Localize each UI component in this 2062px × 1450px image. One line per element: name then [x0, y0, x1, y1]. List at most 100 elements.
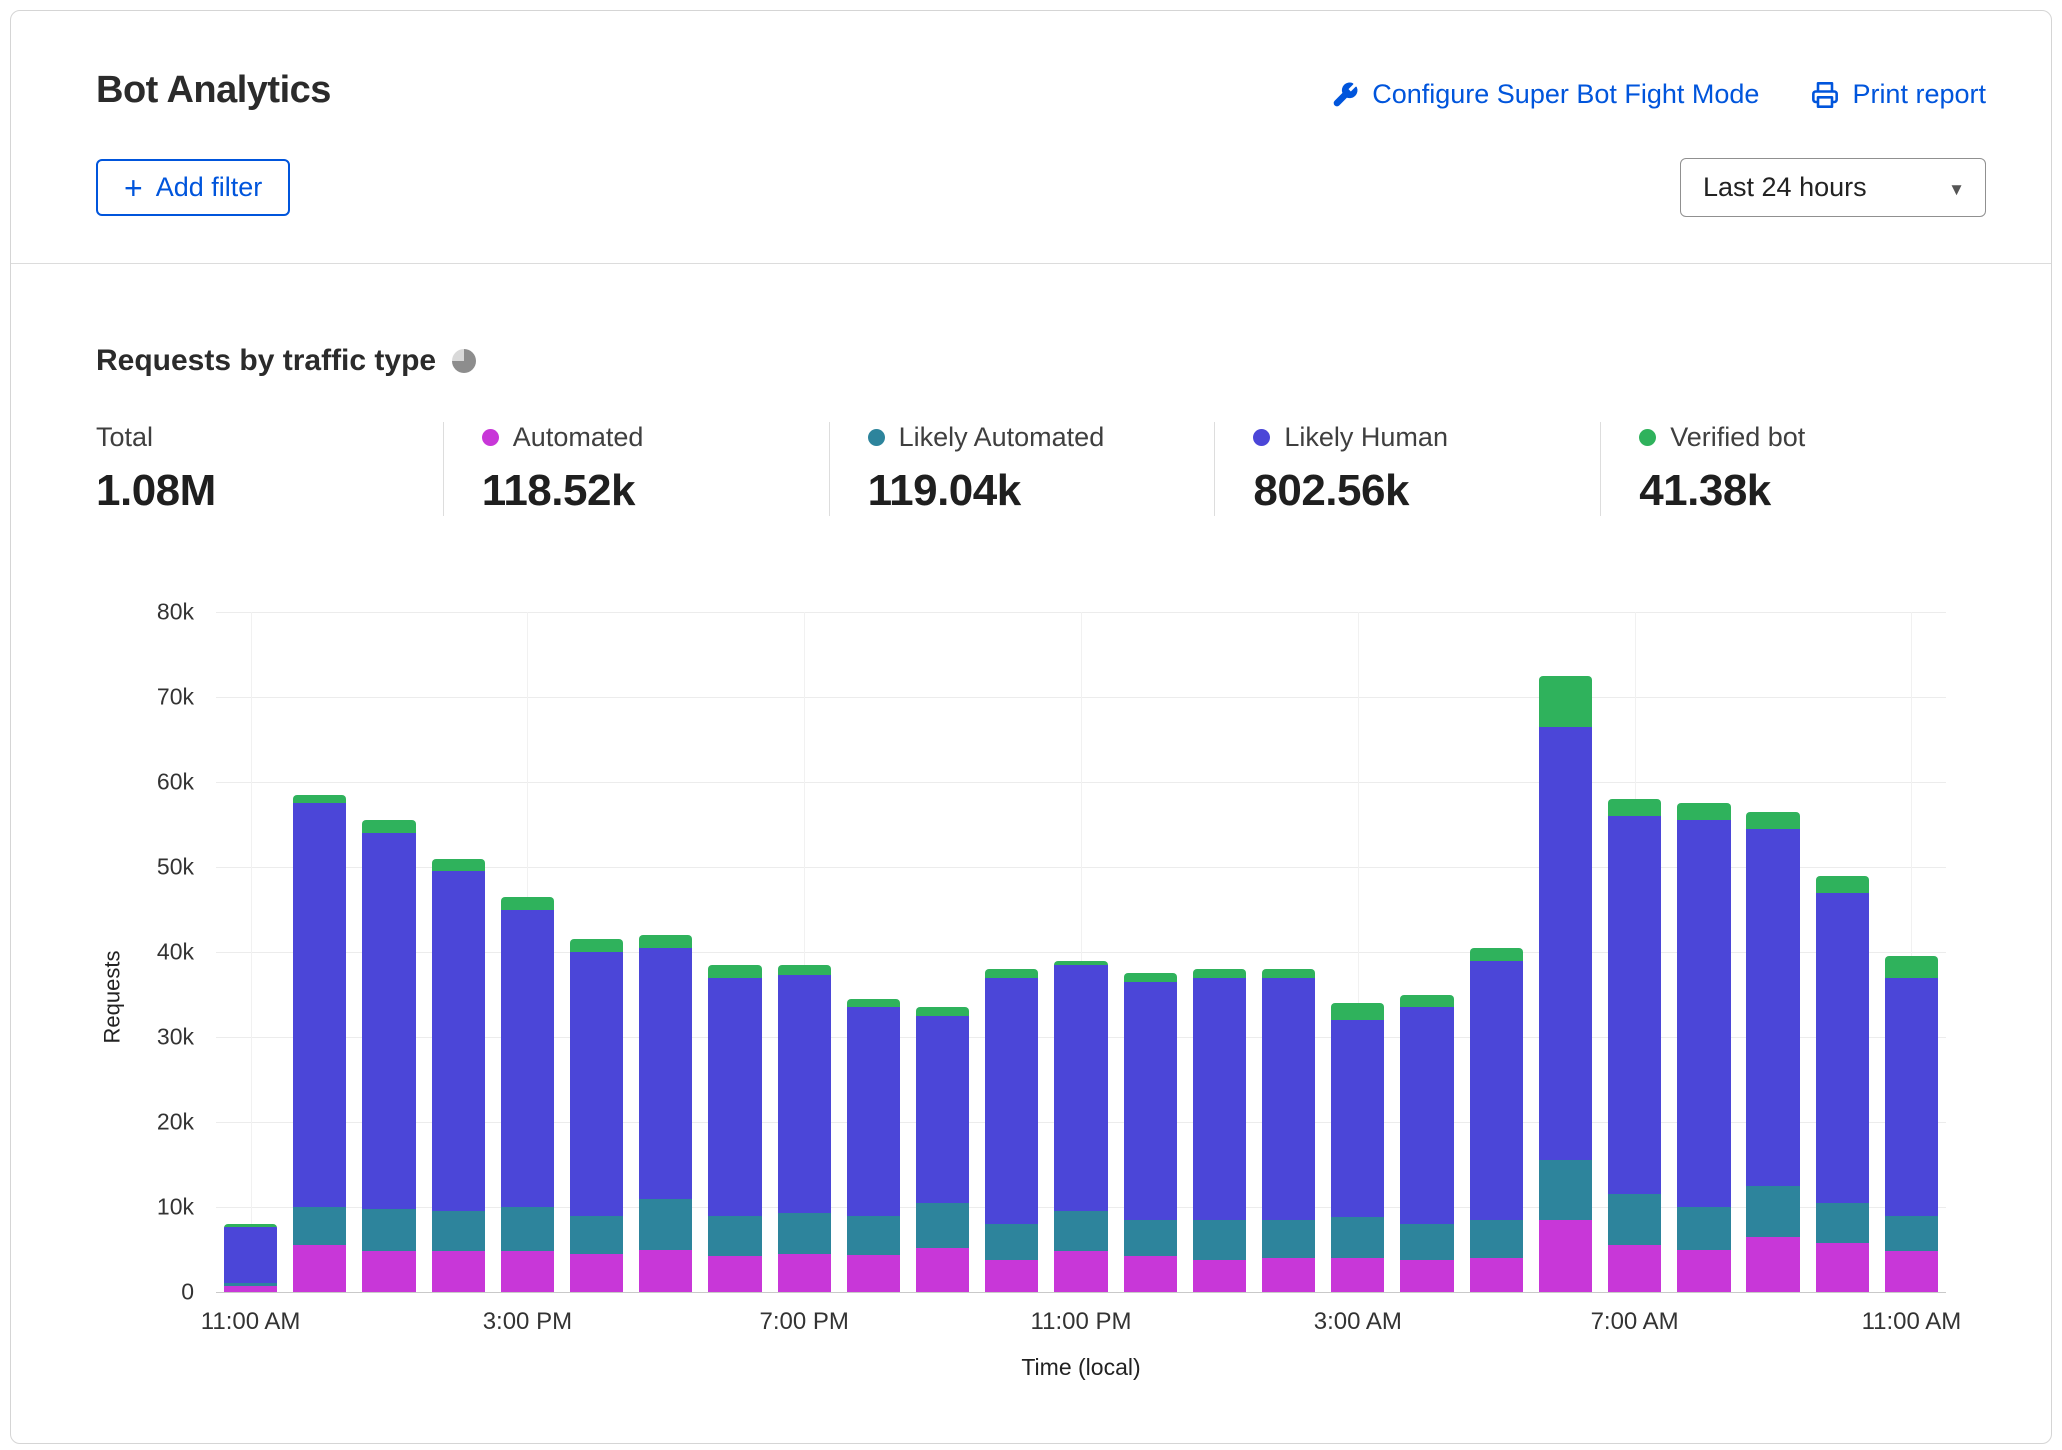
plot-area: 010k20k30k40k50k60k70k80k11:00 AM3:00 PM… — [216, 612, 1946, 1292]
stat-label: Likely Human — [1284, 422, 1448, 453]
segment-automated — [1054, 1251, 1107, 1292]
segment-verified-bot — [1262, 969, 1315, 978]
segment-likely-human — [708, 978, 761, 1216]
stacked-bar-14[interactable] — [1193, 969, 1246, 1292]
segment-verified-bot — [1816, 876, 1869, 893]
segment-automated — [1400, 1260, 1453, 1292]
print-report-link[interactable]: Print report — [1811, 79, 1986, 110]
segment-likely-human — [1400, 1007, 1453, 1224]
stacked-bar-3[interactable] — [432, 859, 485, 1292]
stat-value: 119.04k — [868, 466, 1215, 516]
segment-likely-human — [570, 952, 623, 1216]
segment-verified-bot — [778, 965, 831, 975]
segment-likely-automated — [362, 1209, 415, 1252]
add-filter-label: Add filter — [156, 172, 263, 203]
segment-likely-automated — [1331, 1217, 1384, 1258]
header-links: Configure Super Bot Fight Mode Print rep… — [1331, 69, 1986, 110]
stat-label: Automated — [513, 422, 644, 453]
y-tick-label: 80k — [157, 599, 194, 626]
segment-likely-automated — [1885, 1216, 1938, 1252]
time-range-value: Last 24 hours — [1703, 172, 1867, 203]
stat-verified-bot: Verified bot 41.38k — [1600, 422, 1986, 516]
stacked-bar-22[interactable] — [1746, 812, 1799, 1292]
stacked-bar-6[interactable] — [639, 935, 692, 1292]
segment-verified-bot — [293, 795, 346, 804]
segment-likely-automated — [501, 1207, 554, 1251]
segment-likely-human — [1539, 727, 1592, 1161]
bar-slot-2 — [354, 820, 423, 1292]
stacked-bar-21[interactable] — [1677, 803, 1730, 1292]
bar-slot-20 — [1600, 799, 1669, 1292]
segment-verified-bot — [1331, 1003, 1384, 1020]
stacked-bar-9[interactable] — [847, 999, 900, 1292]
segment-automated — [362, 1251, 415, 1292]
stacked-bar-15[interactable] — [1262, 969, 1315, 1292]
x-tick-label: 7:00 PM — [759, 1308, 848, 1336]
stacked-bar-0[interactable] — [224, 1224, 277, 1292]
stacked-bar-8[interactable] — [778, 965, 831, 1292]
likely-automated-legend-dot — [868, 429, 885, 446]
stacked-bar-19[interactable] — [1539, 676, 1592, 1292]
segment-likely-human — [1608, 816, 1661, 1194]
bar-slot-12 — [1046, 961, 1115, 1292]
configure-super-bot-fight-mode-link[interactable]: Configure Super Bot Fight Mode — [1331, 79, 1759, 110]
add-filter-button[interactable]: + Add filter — [96, 159, 290, 216]
segment-likely-automated — [1470, 1220, 1523, 1258]
stacked-bar-24[interactable] — [1885, 956, 1938, 1292]
pie-chart-icon — [452, 349, 476, 373]
stacked-bar-11[interactable] — [985, 969, 1038, 1292]
wrench-icon — [1331, 81, 1359, 109]
stacked-bar-2[interactable] — [362, 820, 415, 1292]
x-tick-label: 7:00 AM — [1591, 1308, 1679, 1336]
stats-row: Total 1.08M Automated 118.52k Likely Aut… — [96, 422, 1986, 516]
stacked-bar-1[interactable] — [293, 795, 346, 1292]
segment-likely-automated — [1054, 1211, 1107, 1251]
y-tick-label: 10k — [157, 1194, 194, 1221]
segment-likely-automated — [1400, 1224, 1453, 1260]
segment-likely-automated — [1677, 1207, 1730, 1250]
time-range-select[interactable]: Last 24 hours ▼ — [1680, 158, 1986, 217]
bars-layer — [216, 612, 1946, 1292]
segment-automated — [1331, 1258, 1384, 1292]
segment-likely-human — [1816, 893, 1869, 1203]
stacked-bar-12[interactable] — [1054, 961, 1107, 1292]
segment-automated — [1816, 1243, 1869, 1292]
bar-slot-7 — [700, 965, 769, 1292]
stacked-bar-18[interactable] — [1470, 948, 1523, 1292]
stacked-bar-20[interactable] — [1608, 799, 1661, 1292]
bar-slot-17 — [1392, 995, 1461, 1292]
stacked-bar-10[interactable] — [916, 1007, 969, 1292]
segment-likely-human — [1331, 1020, 1384, 1217]
stacked-bar-13[interactable] — [1124, 973, 1177, 1292]
likely-human-legend-dot — [1253, 429, 1270, 446]
segment-automated — [293, 1245, 346, 1292]
section-title: Requests by traffic type — [96, 344, 436, 378]
segment-likely-automated — [1124, 1220, 1177, 1257]
stat-likely-automated: Likely Automated 119.04k — [829, 422, 1215, 516]
segment-likely-human — [224, 1227, 277, 1282]
stacked-bar-5[interactable] — [570, 939, 623, 1292]
y-tick-label: 40k — [157, 939, 194, 966]
stat-automated: Automated 118.52k — [443, 422, 829, 516]
segment-automated — [916, 1248, 969, 1292]
segment-automated — [778, 1254, 831, 1292]
segment-likely-automated — [708, 1216, 761, 1257]
stacked-bar-4[interactable] — [501, 897, 554, 1292]
bot-analytics-card: Bot Analytics Configure Super Bot Fight … — [10, 10, 2052, 1444]
segment-automated — [501, 1251, 554, 1292]
segment-verified-bot — [432, 859, 485, 872]
filter-row: + Add filter Last 24 hours ▼ — [11, 112, 2051, 217]
segment-likely-automated — [916, 1203, 969, 1248]
stacked-bar-23[interactable] — [1816, 876, 1869, 1292]
bar-slot-13 — [1116, 973, 1185, 1292]
x-tick-label: 11:00 AM — [1862, 1308, 1962, 1336]
bar-slot-18 — [1462, 948, 1531, 1292]
stacked-bar-16[interactable] — [1331, 1003, 1384, 1292]
segment-likely-automated — [1539, 1160, 1592, 1220]
stacked-bar-7[interactable] — [708, 965, 761, 1292]
stacked-bar-17[interactable] — [1400, 995, 1453, 1292]
segment-likely-human — [847, 1007, 900, 1215]
page-title: Bot Analytics — [96, 69, 331, 112]
bar-slot-8 — [770, 965, 839, 1292]
stat-likely-human: Likely Human 802.56k — [1214, 422, 1600, 516]
